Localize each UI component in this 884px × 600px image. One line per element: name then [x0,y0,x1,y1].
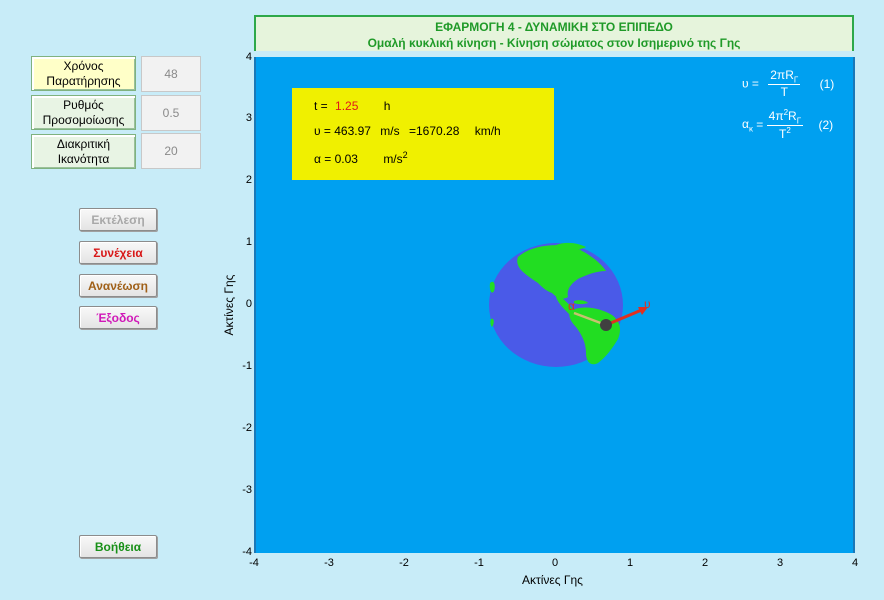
y-tick: 1 [245,236,252,248]
app-header: ΕΦΑΡΜΟΓΗ 4 - ΔΥΝΑΜΙΚΗ ΣΤΟ ΕΠΙΠΕΔΟ Ομαλή … [254,15,854,51]
x-tick: 2 [701,557,709,569]
y-tick: 0 [245,298,252,310]
x-tick: -4 [249,557,259,569]
param-label-observation-time: Χρόνος Παρατήρησης [31,56,136,91]
x-tick: 4 [851,557,859,569]
y-tick: 4 [245,51,252,63]
moving-body-marker [600,319,612,331]
time-unit: h [383,99,391,113]
x-tick: -1 [474,557,484,569]
param-input-observation-time[interactable]: 48 [141,56,201,92]
continue-button[interactable]: Συνέχεια [79,241,157,264]
earth-globe [489,242,623,367]
y-tick: 2 [245,174,252,186]
param-label-simulation-rate: Ρυθμός Προσομοίωσης [31,95,136,130]
app-subtitle: Ομαλή κυκλική κίνηση - Κίνηση σώματος στ… [367,36,741,50]
param-input-simulation-rate[interactable]: 0.5 [141,95,201,131]
refresh-button[interactable]: Ανανέωση [79,274,157,297]
speed-kmh-value: =1670.28 [408,124,460,138]
info-box: t = 1.25 h υ = 463.97 m/s =1670.28 km/h … [292,88,554,180]
x-tick: 3 [776,557,784,569]
x-tick: 0 [551,557,559,569]
speed-unit: m/s [380,124,400,138]
y-tick: -3 [242,484,252,496]
time-value: 1.25 [335,99,359,113]
formula-velocity: υ = 2πRΓ T (1) [742,68,835,100]
y-tick: 3 [245,112,252,124]
y-tick: -2 [242,422,252,434]
acceleration-unit: m/s2 [383,150,408,166]
x-tick: -2 [399,557,409,569]
speed-value: υ = 463.97 [314,124,371,138]
formula-acceleration: ακ = 4π2RΓ T2 (2) [742,108,834,142]
param-label-resolution: Διακριτική Ικανότητα [31,134,136,169]
acceleration-label: α [568,299,575,313]
run-button[interactable]: Εκτέλεση [79,208,157,231]
help-button[interactable]: Βοήθεια [79,535,157,558]
param-input-resolution[interactable]: 20 [141,133,201,169]
speed-kmh-unit: km/h [474,124,501,138]
x-tick: -3 [324,557,334,569]
acceleration-value: α = 0.03 [314,152,358,166]
x-tick: 1 [626,557,634,569]
time-label: t = [314,99,328,113]
app-title: ΕΦΑΡΜΟΓΗ 4 - ΔΥΝΑΜΙΚΗ ΣΤΟ ΕΠΙΠΕΔΟ [435,20,673,34]
velocity-label: υ [644,297,651,311]
exit-button[interactable]: Έξοδος [79,306,157,329]
x-axis-label: Ακτίνες Γης [522,573,583,587]
y-axis-label: Ακτίνες Γης [222,274,236,336]
y-tick: -1 [242,360,252,372]
